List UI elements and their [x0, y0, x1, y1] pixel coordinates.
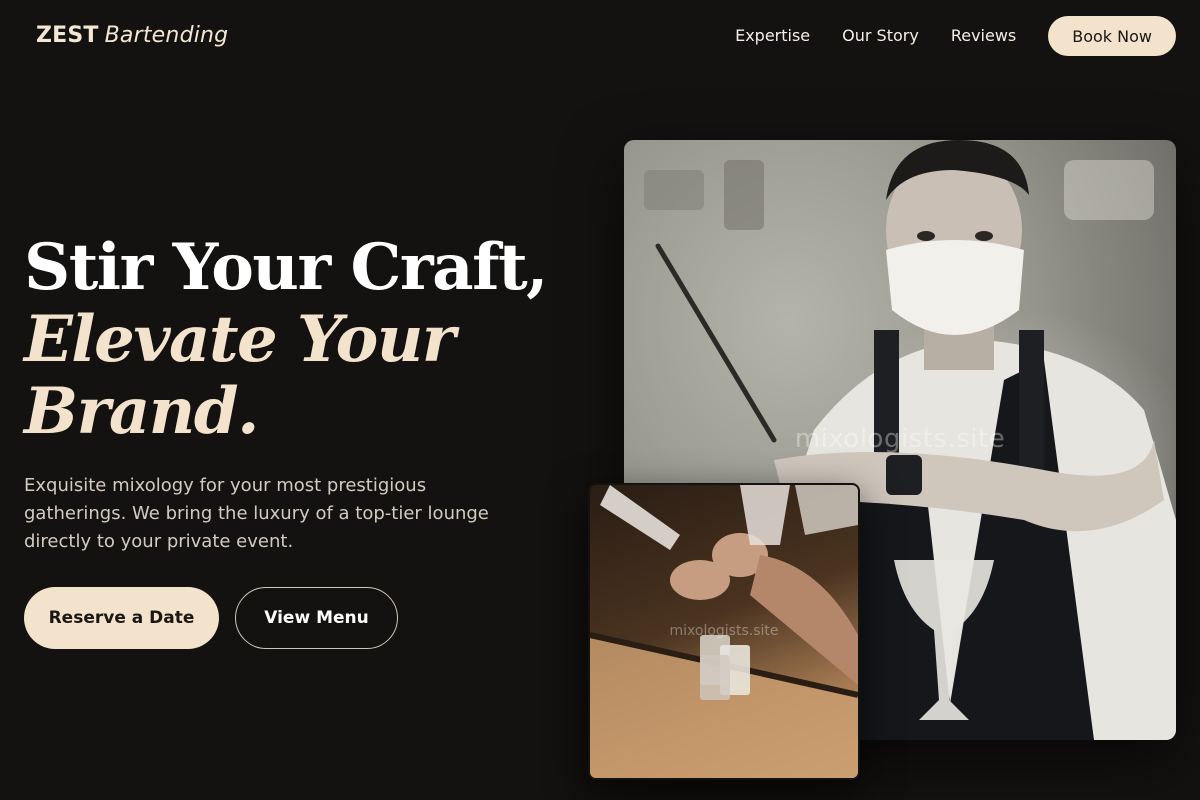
brand-name-italic: Bartending	[104, 23, 229, 48]
nav-link-reviews[interactable]: Reviews	[951, 16, 1016, 56]
hero-headline: Stir Your Craft, Elevate Your Brand.	[24, 232, 584, 448]
brand-logo[interactable]: ZEST Bartending	[36, 20, 228, 52]
nav-link-our-story[interactable]: Our Story	[842, 16, 919, 56]
view-menu-button[interactable]: View Menu	[235, 587, 398, 649]
main-photo-watermark: mixologists.site	[794, 424, 1006, 454]
reserve-date-button[interactable]: Reserve a Date	[24, 587, 219, 649]
page: ZEST Bartending Expertise Our Story Revie…	[0, 0, 1200, 800]
brand-name-strong: ZEST	[36, 23, 99, 48]
small-photo-watermark: mixologists.site	[669, 623, 779, 639]
headline-line-1: Stir Your Craft,	[24, 230, 548, 305]
headline-line-3: Brand.	[24, 374, 259, 449]
book-now-button[interactable]: Book Now	[1048, 16, 1176, 56]
top-nav: Expertise Our Story Reviews Book Now	[735, 16, 1176, 56]
nav-link-expertise[interactable]: Expertise	[735, 16, 810, 56]
headline-line-2: Elevate Your	[24, 302, 456, 377]
hero-subtext: Exquisite mixology for your most prestig…	[24, 475, 489, 552]
pouring-photo: mixologists.site	[588, 483, 860, 780]
